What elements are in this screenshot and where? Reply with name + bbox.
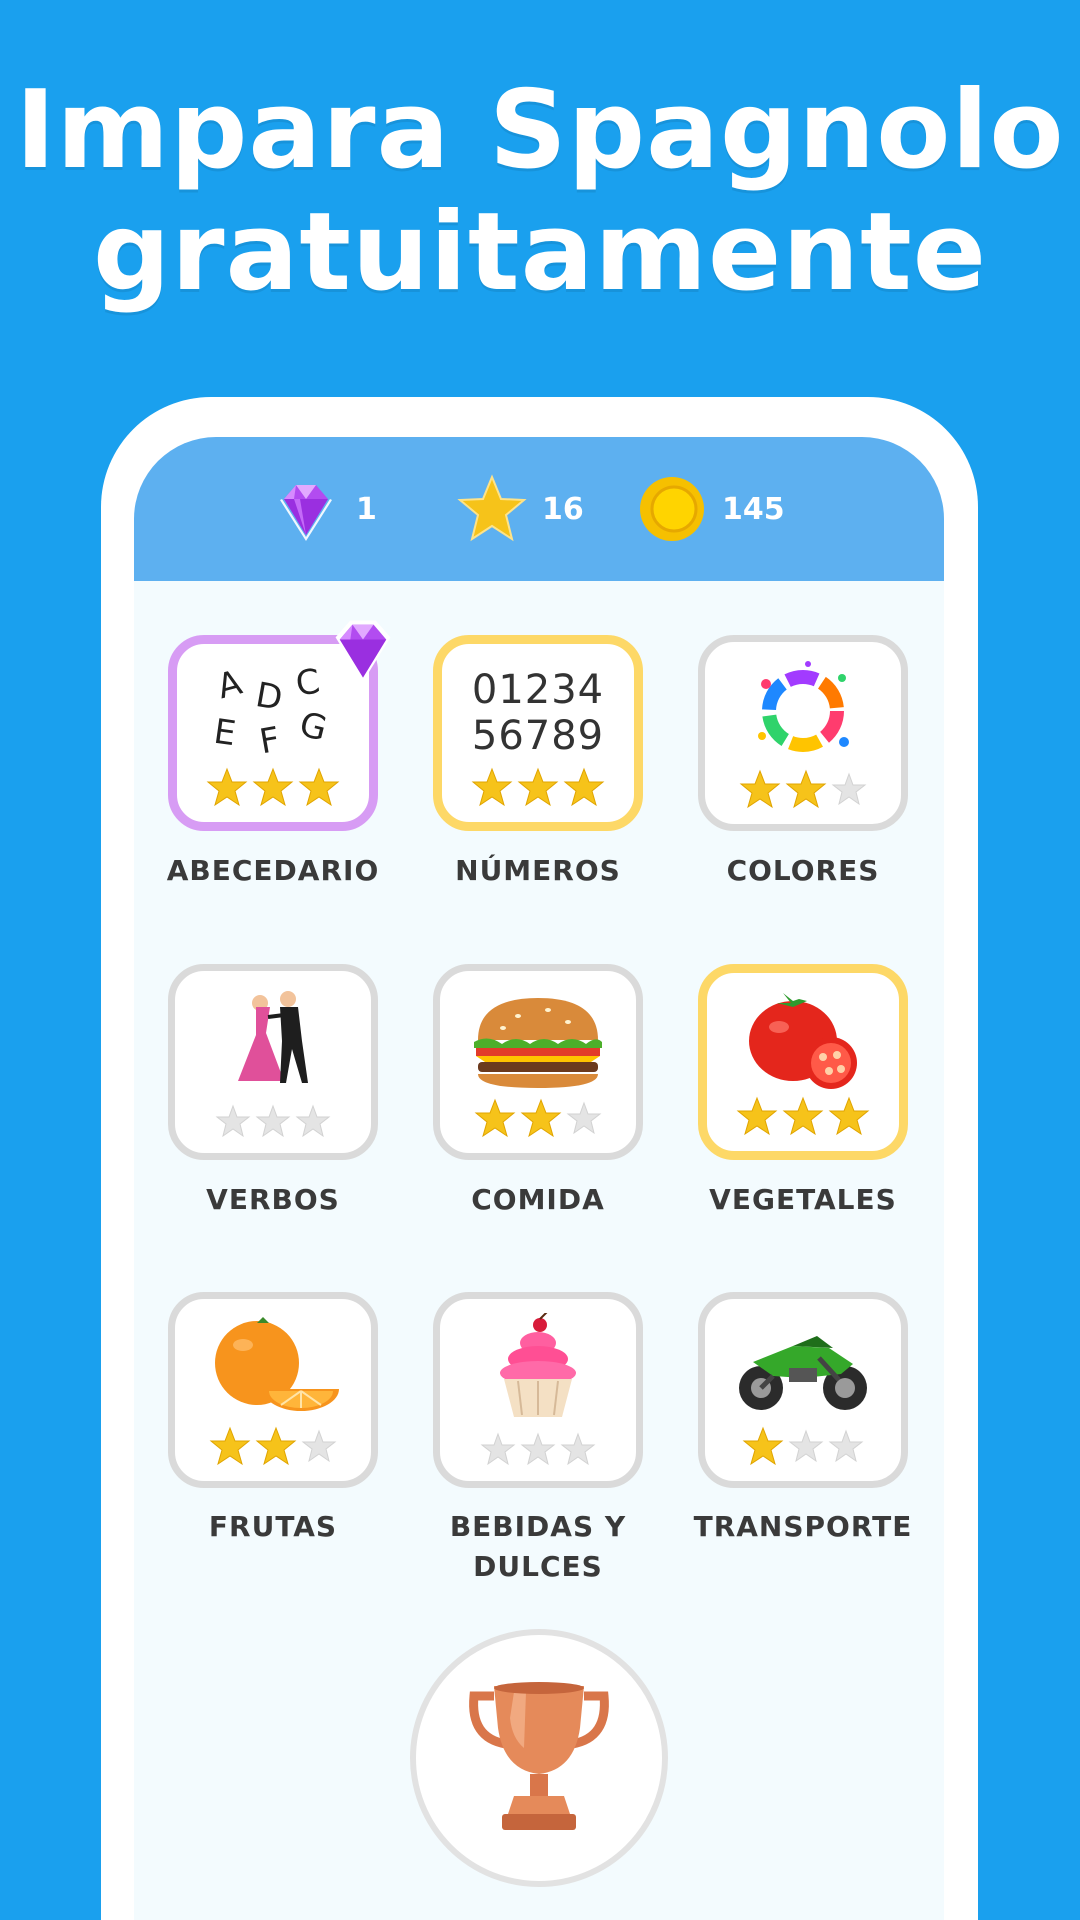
gem-badge-icon [335, 620, 391, 682]
star-filled-icon [828, 1096, 870, 1136]
star-filled-icon [255, 1426, 297, 1466]
rating-stars [177, 766, 369, 808]
stars-count: 16 [542, 491, 584, 527]
rating-stars [440, 1097, 636, 1139]
star-empty-icon [566, 1101, 602, 1135]
gems-counter[interactable]: 1 [270, 473, 377, 545]
star-filled-icon [206, 767, 248, 807]
headline-line-2: gratuitamente [92, 190, 988, 315]
gems-count: 1 [356, 491, 377, 527]
rating-stars [175, 1425, 371, 1467]
category-card-frutas[interactable] [168, 1292, 378, 1488]
star-filled-icon [520, 1098, 562, 1138]
headline-line-1: Impara Spagnolo [15, 68, 1065, 193]
category-card-transporte[interactable] [698, 1292, 908, 1488]
category-label: FRUTAS [208, 1510, 338, 1543]
burger-icon [440, 985, 636, 1095]
coins-count: 145 [722, 491, 785, 527]
category-label: TRANSPORTE [693, 1510, 913, 1543]
trophy-button[interactable] [410, 1629, 668, 1887]
category-card-comida[interactable] [433, 964, 643, 1160]
star-empty-icon [520, 1432, 556, 1466]
orange-icon [175, 1313, 371, 1423]
dancing-couple-icon [175, 985, 371, 1095]
star-empty-icon [560, 1432, 596, 1466]
star-filled-icon [517, 767, 559, 807]
category-label: COLORES [726, 854, 880, 887]
star-empty-icon [788, 1429, 824, 1463]
category-card-numeros[interactable]: 01234 56789 [433, 635, 643, 831]
star-filled-icon [563, 767, 605, 807]
coin-icon [640, 477, 704, 541]
category-card-colores[interactable] [698, 635, 908, 831]
star-filled-icon [298, 767, 340, 807]
stars-counter[interactable]: 16 [456, 473, 584, 545]
star-filled-icon [736, 1096, 778, 1136]
star-filled-icon [471, 767, 513, 807]
category-card-verbos[interactable] [168, 964, 378, 1160]
numbers-icon: 01234 56789 [471, 667, 605, 759]
star-empty-icon [828, 1429, 864, 1463]
rating-stars [707, 1095, 899, 1137]
headline: Impara Spagnolo gratuitamente [0, 70, 1080, 314]
category-label: ABECEDARIO [166, 854, 380, 887]
trophy-icon [469, 1682, 609, 1830]
rating-stars [442, 766, 634, 808]
stats-bar: 1 16 145 [134, 437, 944, 581]
star-empty-icon [255, 1104, 291, 1138]
star-filled-icon [785, 769, 827, 809]
category-card-vegetales[interactable] [698, 964, 908, 1160]
star-empty-icon [480, 1432, 516, 1466]
motorcycle-icon [705, 1313, 901, 1423]
star-empty-icon [831, 772, 867, 806]
star-empty-icon [301, 1429, 337, 1463]
rating-stars [705, 768, 901, 810]
star-empty-icon [215, 1104, 251, 1138]
star-filled-icon [209, 1426, 251, 1466]
rating-stars [175, 1100, 371, 1139]
star-filled-icon [474, 1098, 516, 1138]
rating-stars [705, 1425, 901, 1467]
star-filled-icon [782, 1096, 824, 1136]
gem-icon [280, 485, 332, 541]
category-card-bebidas-y-dulces[interactable] [433, 1292, 643, 1488]
paint-splash-icon [705, 656, 901, 766]
category-label: COMIDA [471, 1183, 605, 1216]
category-label: BEBIDAS Y DULCES [449, 1510, 627, 1583]
star-icon [457, 474, 527, 542]
coins-counter[interactable]: 145 [636, 473, 785, 545]
star-filled-icon [252, 767, 294, 807]
star-filled-icon [742, 1426, 784, 1466]
star-filled-icon [739, 769, 781, 809]
category-label: NÚMEROS [455, 854, 621, 887]
rating-stars [440, 1428, 636, 1467]
cupcake-icon [440, 1313, 636, 1423]
star-empty-icon [295, 1104, 331, 1138]
category-label: VEGETALES [709, 1183, 897, 1216]
category-label: VERBOS [206, 1183, 340, 1216]
tomato-icon [707, 987, 899, 1097]
